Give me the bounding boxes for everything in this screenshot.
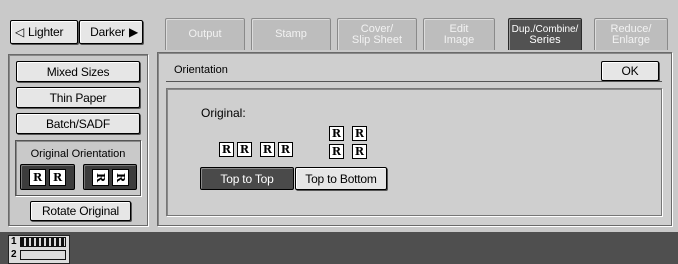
lighter-button[interactable]: ◁ Lighter bbox=[10, 20, 78, 44]
orientation-unreadable-icon-2: R bbox=[111, 168, 129, 186]
batch-sadf-label: Batch/SADF bbox=[45, 116, 111, 131]
ok-label: OK bbox=[621, 64, 639, 78]
tab-stamp[interactable]: Stamp bbox=[251, 18, 331, 50]
tab-cover-label-line2: Slip Sheet bbox=[351, 33, 403, 46]
status-bar bbox=[0, 232, 678, 264]
mixed-sizes-label: Mixed Sizes bbox=[46, 64, 110, 79]
orientation-readable-button[interactable]: R R bbox=[20, 164, 75, 190]
tab-dup-combine-series[interactable]: Dup./Combine/ Series bbox=[508, 18, 582, 50]
top-to-top-label: Top to Top bbox=[220, 171, 274, 186]
top-to-bottom-illustration: R R R R bbox=[329, 126, 369, 159]
darker-button[interactable]: Darker ▶ bbox=[79, 20, 143, 44]
top-to-top-illustration: R R R R bbox=[219, 142, 293, 157]
orientation-unreadable-icon: R bbox=[91, 168, 109, 186]
thin-paper-label: Thin Paper bbox=[49, 90, 107, 105]
darker-label: Darker bbox=[90, 25, 125, 39]
dialog-title-bar bbox=[166, 60, 662, 82]
ok-button[interactable]: OK bbox=[601, 61, 659, 81]
page-r-icon: R bbox=[352, 126, 367, 141]
original-orientation-label: Original Orientation bbox=[30, 148, 126, 160]
tab-output-label: Output bbox=[188, 28, 222, 40]
page-r-icon: R bbox=[278, 142, 293, 157]
orientation-readable-icon: R bbox=[29, 168, 46, 186]
tray-2-number: 2 bbox=[11, 249, 17, 260]
top-to-top-button[interactable]: Top to Top bbox=[200, 167, 294, 190]
top-to-bottom-button[interactable]: Top to Bottom bbox=[295, 167, 387, 190]
rotate-original-label: Rotate Original bbox=[41, 204, 120, 218]
page-r-icon: R bbox=[260, 142, 275, 157]
tray-1-paper-level-icon bbox=[20, 237, 66, 247]
tray-2-paper-level-icon bbox=[20, 250, 66, 260]
tab-reduce-label-line1: Reduce/ bbox=[610, 22, 652, 35]
tab-edit-image[interactable]: Edit Image bbox=[423, 18, 495, 50]
dialog-title: Orientation bbox=[174, 64, 228, 76]
orientation-unreadable-button[interactable]: R R bbox=[83, 164, 137, 190]
tab-reduce-enlarge[interactable]: Reduce/ Enlarge bbox=[594, 18, 668, 50]
top-to-bottom-label: Top to Bottom bbox=[305, 171, 377, 186]
tab-dup-label-line2: Series bbox=[529, 33, 561, 46]
mixed-sizes-button[interactable]: Mixed Sizes bbox=[16, 61, 140, 82]
tab-dup-label-line1: Dup./Combine/ bbox=[511, 23, 579, 35]
page-r-icon: R bbox=[237, 142, 252, 157]
tab-stamp-label: Stamp bbox=[275, 28, 307, 40]
tab-edit-label-line1: Edit bbox=[449, 22, 469, 35]
lighter-arrow-icon: ◁ bbox=[15, 25, 25, 39]
tab-cover-slip-sheet[interactable]: Cover/ Slip Sheet bbox=[337, 18, 417, 50]
page-r-icon: R bbox=[219, 142, 234, 157]
tray-1-number: 1 bbox=[11, 236, 17, 247]
tab-reduce-label-line2: Enlarge bbox=[612, 33, 650, 46]
page-r-icon: R bbox=[329, 126, 344, 141]
tab-cover-label-line1: Cover/ bbox=[360, 22, 394, 35]
darker-arrow-icon: ▶ bbox=[128, 25, 138, 39]
lighter-label: Lighter bbox=[28, 25, 64, 39]
original-label: Original: bbox=[201, 106, 246, 120]
tab-output[interactable]: Output bbox=[165, 18, 245, 50]
batch-sadf-button[interactable]: Batch/SADF bbox=[16, 113, 140, 134]
thin-paper-button[interactable]: Thin Paper bbox=[16, 87, 140, 108]
rotate-original-button[interactable]: Rotate Original bbox=[30, 201, 131, 221]
tab-edit-label-line2: Image bbox=[443, 33, 475, 46]
page-r-icon: R bbox=[352, 144, 367, 159]
orientation-readable-icon-2: R bbox=[49, 168, 66, 186]
page-r-icon: R bbox=[329, 144, 344, 159]
